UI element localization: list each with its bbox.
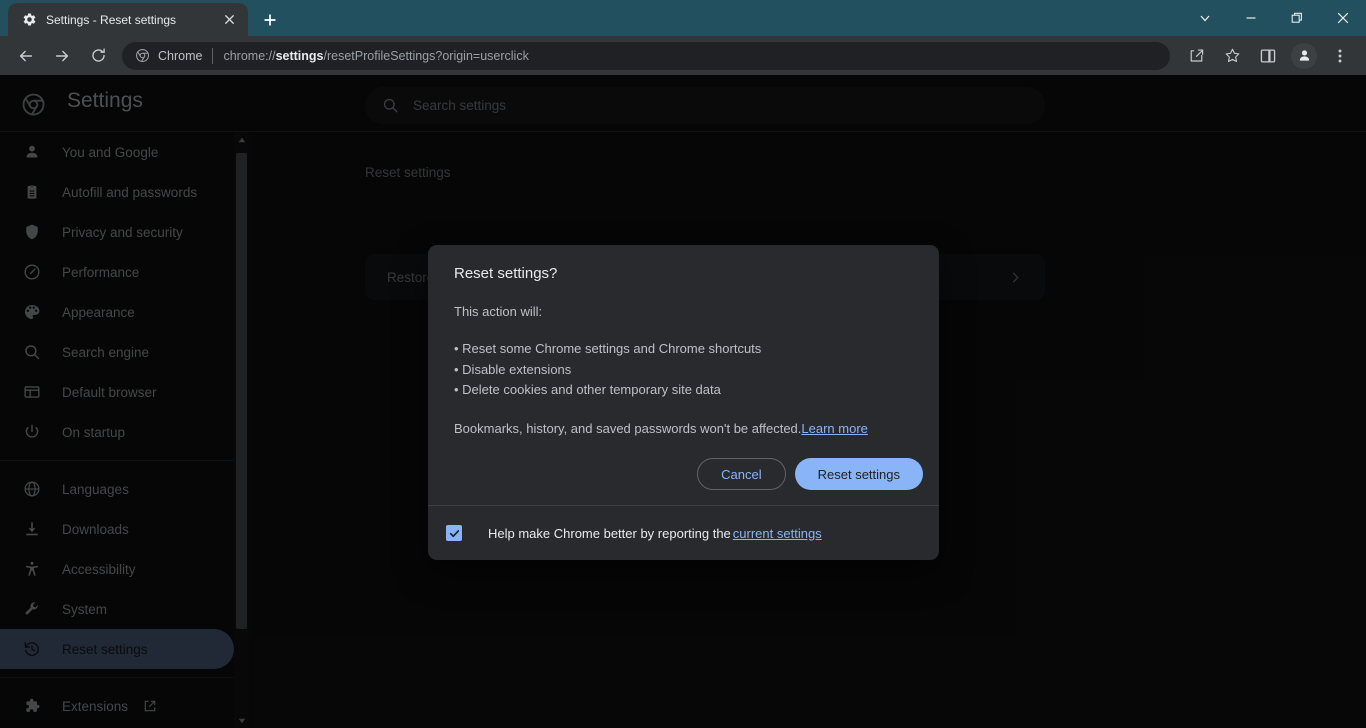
- toolbar-actions: [1178, 41, 1358, 71]
- title-bar: Settings - Reset settings: [0, 0, 1366, 36]
- minimize-button[interactable]: [1228, 0, 1274, 36]
- dialog-note-text: Bookmarks, history, and saved passwords …: [454, 421, 801, 436]
- omnibox-divider: [212, 48, 213, 64]
- list-item: • Reset some Chrome settings and Chrome …: [454, 339, 913, 360]
- footer-label-text: Help make Chrome better by reporting the: [488, 526, 731, 541]
- list-item: • Disable extensions: [454, 360, 913, 381]
- reset-settings-dialog: Reset settings? This action will: • Rese…: [428, 245, 939, 560]
- gear-icon: [21, 12, 37, 28]
- omnibox-url: chrome://settings/resetProfileSettings?o…: [223, 49, 528, 63]
- report-settings-label: Help make Chrome better by reporting the…: [488, 526, 822, 541]
- report-settings-checkbox[interactable]: [446, 525, 462, 541]
- forward-arrow-icon[interactable]: [47, 41, 77, 71]
- omnibox-chip-label: Chrome: [158, 49, 202, 63]
- tab-search-button[interactable]: [1182, 0, 1228, 36]
- address-bar[interactable]: Chrome chrome://settings/resetProfileSet…: [122, 42, 1170, 70]
- browser-tab[interactable]: Settings - Reset settings: [8, 3, 248, 36]
- back-arrow-icon[interactable]: [11, 41, 41, 71]
- reload-icon[interactable]: [83, 41, 113, 71]
- cancel-button[interactable]: Cancel: [697, 458, 785, 490]
- restore-button[interactable]: [1274, 0, 1320, 36]
- tab-close-icon[interactable]: [220, 11, 238, 29]
- dialog-footer: Help make Chrome better by reporting the…: [428, 505, 939, 560]
- tab-title: Settings - Reset settings: [46, 13, 220, 27]
- dialog-actions: Cancel Reset settings: [697, 458, 923, 490]
- chrome-logo-icon: [134, 48, 150, 64]
- list-item: • Delete cookies and other temporary sit…: [454, 380, 913, 401]
- chrome-menu-button[interactable]: [1325, 41, 1355, 71]
- dialog-bullet-list: • Reset some Chrome settings and Chrome …: [454, 339, 913, 401]
- dialog-body: Reset settings? This action will: • Rese…: [428, 245, 939, 436]
- side-panel-icon[interactable]: [1253, 41, 1283, 71]
- reset-settings-button[interactable]: Reset settings: [795, 458, 923, 490]
- dialog-note: Bookmarks, history, and saved passwords …: [454, 421, 913, 436]
- current-settings-link[interactable]: current settings: [733, 526, 822, 541]
- close-button[interactable]: [1320, 0, 1366, 36]
- share-icon[interactable]: [1181, 41, 1211, 71]
- window-controls: [1182, 0, 1366, 36]
- settings-page: Settings You and Google: [0, 75, 1366, 728]
- new-tab-button[interactable]: [256, 6, 284, 34]
- profile-button[interactable]: [1291, 43, 1317, 69]
- dialog-intro: This action will:: [454, 304, 913, 319]
- dialog-title: Reset settings?: [454, 265, 913, 282]
- learn-more-link[interactable]: Learn more: [801, 421, 867, 436]
- star-icon[interactable]: [1217, 41, 1247, 71]
- browser-toolbar: Chrome chrome://settings/resetProfileSet…: [0, 36, 1366, 75]
